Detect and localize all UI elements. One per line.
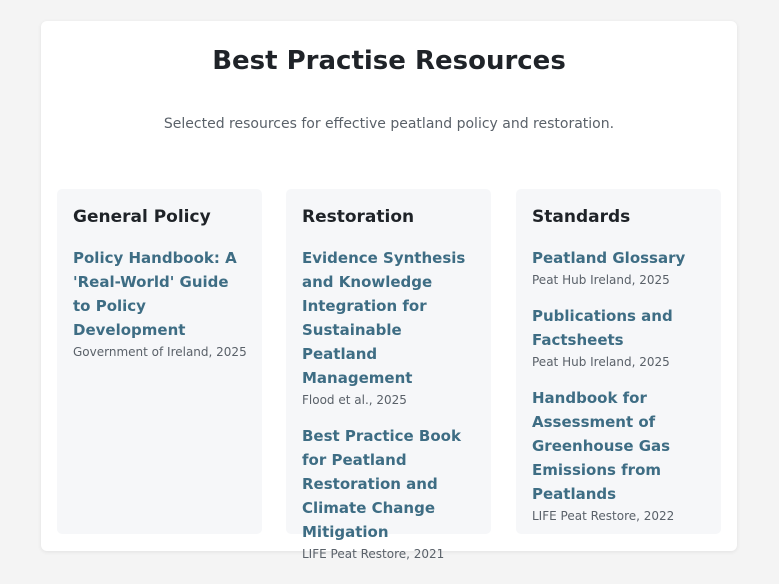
page-subtitle: Selected resources for effective peatlan… <box>163 116 615 132</box>
resource-columns: General Policy Policy Handbook: A 'Real-… <box>57 189 721 561</box>
resources-card: Best Practise Resources Selected resourc… <box>41 21 737 561</box>
column-title: General Policy <box>73 207 211 227</box>
column-title: Restoration <box>302 207 415 227</box>
resource-item: Best Practice Book for Peatland Restorat… <box>302 424 479 565</box>
resource-meta: Flood et al., 2025 <box>302 393 407 407</box>
column-general-policy: General Policy Policy Handbook: A 'Real-… <box>57 189 262 534</box>
column-standards: Standards Peatland Glossary Peat Hub Ire… <box>516 189 721 534</box>
resource-link[interactable]: Publications and Factsheets <box>532 304 709 352</box>
resource-item: Publications and Factsheets Peat Hub Ire… <box>532 304 709 373</box>
resource-link[interactable]: Policy Handbook: A 'Real-World' Guide to… <box>73 246 250 342</box>
page-title: Best Practise Resources <box>212 46 566 76</box>
resource-link[interactable]: Peatland Glossary <box>532 246 709 270</box>
resource-item: Peatland Glossary Peat Hub Ireland, 2025 <box>532 246 709 291</box>
resource-link[interactable]: Handbook for Assessment of Greenhouse Ga… <box>532 386 709 506</box>
resource-item: Handbook for Assessment of Greenhouse Ga… <box>532 386 709 527</box>
resource-meta: LIFE Peat Restore, 2022 <box>532 509 675 523</box>
resource-link[interactable]: Evidence Synthesis and Knowledge Integra… <box>302 246 479 390</box>
resource-meta: LIFE Peat Restore, 2021 <box>302 547 445 561</box>
column-restoration: Restoration Evidence Synthesis and Knowl… <box>286 189 491 561</box>
resource-meta: Peat Hub Ireland, 2025 <box>532 355 670 369</box>
resource-link[interactable]: Best Practice Book for Peatland Restorat… <box>302 424 479 544</box>
resource-item: Policy Handbook: A 'Real-World' Guide to… <box>73 246 250 363</box>
resource-item: Evidence Synthesis and Knowledge Integra… <box>302 246 479 411</box>
resource-meta: Peat Hub Ireland, 2025 <box>532 273 670 287</box>
column-title: Standards <box>532 207 631 227</box>
resource-meta: Government of Ireland, 2025 <box>73 345 247 359</box>
